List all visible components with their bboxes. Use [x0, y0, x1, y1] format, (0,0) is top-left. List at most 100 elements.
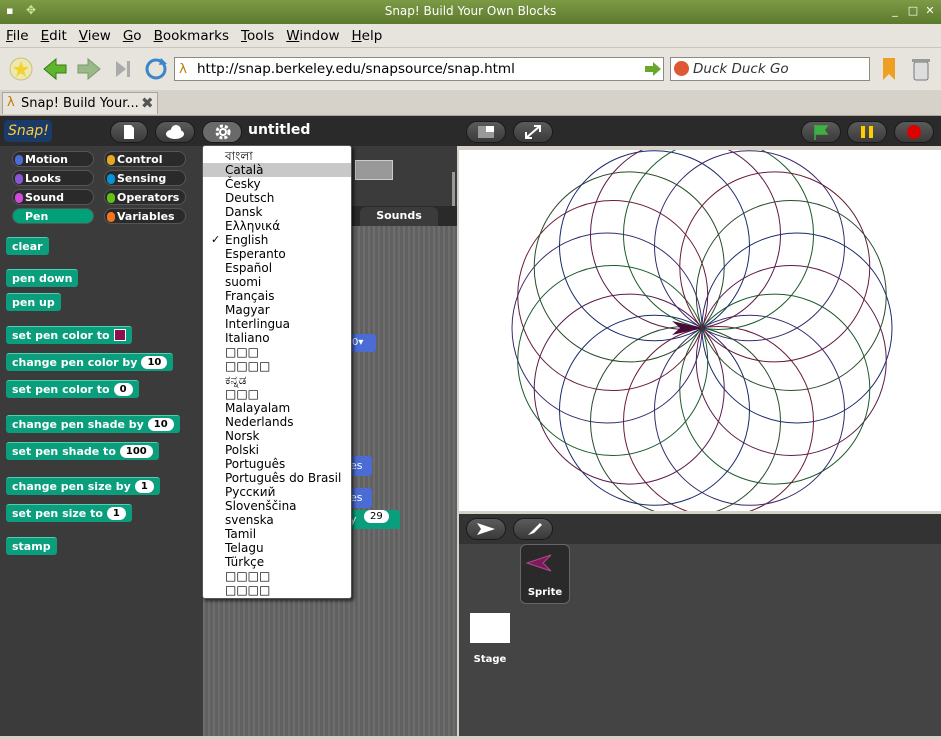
stage-size-button[interactable]	[466, 121, 506, 143]
language-item[interactable]: Slovenščina	[203, 499, 351, 513]
language-item[interactable]: Português	[203, 457, 351, 471]
minimize-button[interactable]: _	[888, 4, 902, 18]
close-button[interactable]: ✕	[923, 4, 937, 18]
tab-snap[interactable]: λ Snap! Build Your... ✖	[2, 92, 158, 114]
language-item[interactable]: Русский	[203, 485, 351, 499]
language-item[interactable]: suomi	[203, 275, 351, 289]
sprite-thumbnail[interactable]: Sprite	[520, 544, 570, 604]
partial-motion-block-2[interactable]: es	[350, 456, 372, 476]
block-input[interactable]: 10	[141, 356, 168, 369]
language-item[interactable]: □□□	[203, 387, 351, 401]
language-item[interactable]: Türkçe	[203, 555, 351, 569]
snap-logo[interactable]: Snap!	[4, 120, 52, 142]
language-item[interactable]: Ελληνικά	[203, 219, 351, 233]
block-input[interactable]: 0	[113, 383, 133, 396]
pause-button[interactable]	[847, 121, 887, 143]
block-input[interactable]: 1	[134, 480, 154, 493]
partial-motion-block-3[interactable]: es	[350, 488, 372, 508]
green-flag-button[interactable]	[801, 121, 841, 143]
language-item[interactable]: ✓ English	[203, 233, 351, 247]
block-change-pen-color-by[interactable]: change pen color by 10	[6, 353, 174, 371]
block-pen-up[interactable]: pen up	[6, 293, 61, 311]
category-motion[interactable]: Motion	[12, 151, 94, 167]
scroll-handle[interactable]	[452, 172, 455, 208]
partial-motion-block[interactable]: 0▾	[350, 334, 376, 352]
menu-help[interactable]: Help	[346, 24, 389, 44]
language-item[interactable]: Interlingua	[203, 317, 351, 331]
language-item[interactable]: □□□□	[203, 569, 351, 583]
maximize-button[interactable]: □	[906, 4, 920, 18]
language-item[interactable]: Magyar	[203, 303, 351, 317]
language-item[interactable]: □□□□	[203, 583, 351, 597]
trash-icon[interactable]	[908, 56, 934, 82]
language-item[interactable]: □□□□	[203, 359, 351, 373]
menu-file[interactable]: File	[0, 24, 35, 44]
language-item[interactable]: Español	[203, 261, 351, 275]
block-change-pen-shade-by[interactable]: change pen shade by 10	[6, 415, 180, 433]
language-item[interactable]: বাংলা	[203, 149, 351, 163]
search-field[interactable]: Duck Duck Go	[670, 57, 870, 81]
block-input[interactable]: 29	[364, 510, 389, 523]
language-item[interactable]: Deutsch	[203, 191, 351, 205]
language-item[interactable]: Esperanto	[203, 247, 351, 261]
language-item[interactable]: Français	[203, 289, 351, 303]
block-stamp[interactable]: stamp	[6, 537, 57, 555]
block-set-pen-shade-to[interactable]: set pen shade to 100	[6, 442, 159, 460]
block-clear[interactable]: clear	[6, 237, 49, 255]
category-control[interactable]: Control	[104, 151, 186, 167]
turtle-sprite-button[interactable]	[466, 518, 506, 540]
url-field[interactable]: λ http://snap.berkeley.edu/snapsource/sn…	[174, 57, 664, 81]
forward-icon[interactable]	[76, 56, 102, 82]
go-arrow-icon[interactable]	[645, 62, 661, 76]
stage-thumbnail[interactable]	[470, 613, 510, 643]
language-item[interactable]: Polski	[203, 443, 351, 457]
block-input[interactable]: 10	[147, 418, 174, 431]
block-input[interactable]: 1	[106, 507, 126, 520]
stop-icon[interactable]	[110, 56, 136, 82]
tab-sounds[interactable]: Sounds	[360, 207, 438, 226]
category-pen[interactable]: Pen	[12, 208, 94, 224]
language-item[interactable]: Català	[203, 163, 351, 177]
category-sound[interactable]: Sound	[12, 189, 94, 205]
color-swatch[interactable]	[113, 329, 126, 341]
cloud-button[interactable]	[155, 121, 195, 143]
stage[interactable]	[459, 138, 941, 518]
language-item[interactable]: ಕನ್ನಡ	[203, 373, 351, 387]
reload-icon[interactable]	[143, 56, 169, 82]
block-set-pen-color-to[interactable]: set pen color to 0	[6, 380, 139, 398]
language-item[interactable]: Norsk	[203, 429, 351, 443]
language-item[interactable]: Tamil	[203, 527, 351, 541]
block-pen-down[interactable]: pen down	[6, 269, 79, 287]
category-sensing[interactable]: Sensing	[104, 170, 186, 186]
block-set-pen-color-swatch[interactable]: set pen color to	[6, 326, 132, 344]
menu-window[interactable]: Window	[280, 24, 345, 44]
language-item[interactable]: Dansk	[203, 205, 351, 219]
menu-view[interactable]: View	[73, 24, 117, 44]
category-looks[interactable]: Looks	[12, 170, 94, 186]
language-item[interactable]: Telagu	[203, 541, 351, 555]
menu-go[interactable]: Go	[117, 24, 148, 44]
menu-bookmarks[interactable]: Bookmarks	[148, 24, 235, 44]
home-star-icon[interactable]	[8, 56, 34, 82]
block-change-pen-size-by[interactable]: change pen size by 1	[6, 477, 160, 495]
stop-button[interactable]	[894, 121, 934, 143]
file-menu-button[interactable]	[110, 121, 148, 143]
sprite-name-field[interactable]	[355, 160, 393, 180]
fullscreen-button[interactable]	[513, 121, 553, 143]
paint-sprite-button[interactable]	[513, 518, 553, 540]
partial-pen-block[interactable]: y 29	[350, 510, 400, 529]
language-item[interactable]: Malayalam	[203, 401, 351, 415]
menu-edit[interactable]: Edit	[35, 24, 73, 44]
language-item[interactable]: Nederlands	[203, 415, 351, 429]
tab-close-icon[interactable]: ✖	[141, 94, 154, 112]
category-variables[interactable]: Variables	[104, 208, 186, 224]
category-operators[interactable]: Operators	[104, 189, 186, 205]
menu-tools[interactable]: Tools	[235, 24, 280, 44]
bookmark-icon[interactable]	[876, 56, 902, 82]
settings-button[interactable]	[202, 121, 242, 143]
block-input[interactable]: 100	[119, 445, 153, 458]
back-icon[interactable]	[42, 56, 68, 82]
block-set-pen-size-to[interactable]: set pen size to 1	[6, 504, 132, 522]
language-item[interactable]: Česky	[203, 177, 351, 191]
language-item[interactable]: svenska	[203, 513, 351, 527]
